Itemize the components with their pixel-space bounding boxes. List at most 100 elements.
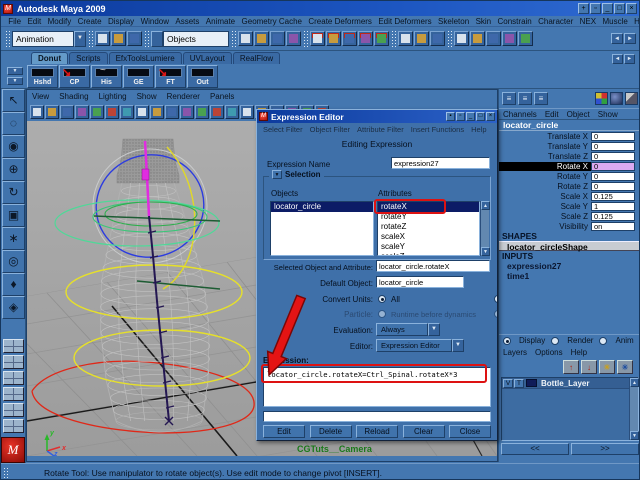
image-plane-icon[interactable]	[90, 105, 104, 119]
nav-next-button[interactable]: >>	[571, 443, 639, 455]
shelf-tab-efxtoolslumiere[interactable]: EfxToolsLumiere	[109, 52, 182, 64]
channel-value-field[interactable]: 1	[591, 202, 635, 211]
window-titlebar[interactable]: M Autodesk Maya 2009 + ▫ _ □ ×	[1, 1, 639, 16]
dropdown-arrow-icon[interactable]: ▼	[428, 323, 440, 336]
textured-icon[interactable]	[210, 105, 224, 119]
anim-mode-radio[interactable]	[599, 337, 607, 345]
dialog-minimize-button[interactable]: _	[466, 112, 475, 121]
maximize-button[interactable]: □	[614, 3, 625, 14]
edit-button[interactable]: Edit	[263, 425, 305, 438]
select-filter-menu[interactable]: Select Filter	[263, 125, 303, 134]
menu-file[interactable]: File	[5, 17, 24, 26]
dialog-help-menu[interactable]: Help	[471, 125, 486, 134]
shelf-item-ft[interactable]: ↘ FT	[155, 65, 186, 88]
reload-button[interactable]: Reload	[356, 425, 398, 438]
render-mode-radio[interactable]	[551, 337, 559, 345]
menu-nex[interactable]: NEX	[576, 17, 599, 26]
convert-units-none-radio[interactable]	[494, 295, 498, 303]
viewport-menu-panels[interactable]: Panels	[210, 92, 234, 101]
channel-value-field[interactable]: 0	[591, 162, 635, 171]
input-connections-icon[interactable]	[398, 31, 413, 46]
status-line-grip[interactable]	[88, 30, 93, 48]
channels-slider-layout-icon[interactable]: ≡	[518, 92, 532, 105]
status-line-grip[interactable]	[391, 30, 396, 48]
select-by-hierarchy-icon[interactable]	[238, 31, 253, 46]
lights-icon[interactable]	[225, 105, 239, 119]
evaluation-dropdown[interactable]: Always ▼	[376, 323, 440, 336]
channel-value-field[interactable]: 0	[591, 152, 635, 161]
edit-menu[interactable]: Edit	[545, 110, 559, 119]
status-line-grip[interactable]	[447, 30, 452, 48]
close-button[interactable]: Close	[449, 425, 491, 438]
bookmark-icon[interactable]	[75, 105, 89, 119]
status-line-grip[interactable]	[231, 30, 236, 48]
menu-character[interactable]: Character	[535, 17, 577, 26]
menu-geometry-cache[interactable]: Geometry Cache	[238, 17, 305, 26]
layout-single-pane-icon[interactable]	[3, 339, 24, 353]
paint-effects-icon[interactable]	[502, 31, 517, 46]
soft-modification-icon[interactable]: ◎	[2, 250, 25, 273]
open-scene-icon[interactable]	[111, 31, 126, 46]
dropdown-arrow-icon[interactable]: ▼	[452, 339, 464, 352]
shelf-tab-scripts[interactable]: Scripts	[69, 52, 107, 64]
channel-box-object-name[interactable]: locator_circle	[499, 120, 640, 131]
scroll-down-icon[interactable]: ▼	[481, 247, 490, 256]
channels-menu[interactable]: Channels	[503, 110, 537, 119]
save-scene-icon[interactable]	[127, 31, 142, 46]
viewport-menu-view[interactable]: View	[32, 92, 49, 101]
collapse-icon[interactable]: ▼	[272, 170, 282, 179]
make-live-icon[interactable]	[374, 31, 389, 46]
maya-logo-icon[interactable]: M	[1, 437, 25, 463]
nav-prev-button[interactable]: <<	[501, 443, 569, 455]
lasso-select-tool-icon[interactable]: ◌	[2, 112, 25, 135]
status-line-grip[interactable]	[5, 30, 10, 48]
highlight-selection-icon[interactable]	[286, 31, 301, 46]
objects-list[interactable]: locator_circle	[270, 201, 374, 256]
camera-attributes-icon[interactable]	[60, 105, 74, 119]
status-line-prev-icon[interactable]: ◄	[611, 33, 623, 44]
convert-units-all-radio[interactable]	[378, 295, 386, 303]
dialog-roll-button[interactable]: ▫	[456, 112, 465, 121]
display-mode-radio[interactable]	[503, 337, 511, 345]
menu-assets[interactable]: Assets	[172, 17, 202, 26]
layout-persp-curve-icon[interactable]	[3, 419, 24, 433]
viewport-menu-shading[interactable]: Shading	[59, 92, 88, 101]
channels-default-layout-icon[interactable]: ≡	[502, 92, 516, 105]
expression-text-area[interactable]: locator_circle.rotateX=Ctrl_Spinal.rotat…	[263, 367, 491, 407]
shelf-tab-realflow[interactable]: RealFlow	[233, 52, 280, 64]
dialog-titlebar[interactable]: M Expression Editor ▪ ▫ _ □ ×	[257, 110, 497, 123]
wireframe-icon[interactable]	[150, 105, 164, 119]
color-index-icon[interactable]	[595, 92, 608, 105]
selection-mask-icon[interactable]	[151, 31, 163, 47]
layout-four-pane-icon[interactable]	[3, 355, 24, 369]
shelf-selector-icon[interactable]: ▼	[7, 67, 23, 75]
menu-skin[interactable]: Skin	[472, 17, 494, 26]
construction-history-icon[interactable]	[430, 31, 445, 46]
flat-shade-icon[interactable]	[180, 105, 194, 119]
select-by-component-icon[interactable]	[270, 31, 285, 46]
menu-set-selector[interactable]: Animation ▼	[12, 31, 86, 47]
ipr-render-icon[interactable]	[470, 31, 485, 46]
shape-node-item[interactable]: locator_circleShape	[499, 241, 640, 251]
expression-status-field[interactable]	[263, 411, 491, 422]
selected-object-attribute-field[interactable]: locator_circle.rotateX	[376, 260, 490, 272]
paint-select-tool-icon[interactable]: ◉	[2, 135, 25, 158]
show-manipulator-icon[interactable]: ♦	[2, 273, 25, 296]
default-object-field[interactable]: locator_circle	[376, 276, 464, 288]
film-gate-icon[interactable]	[240, 105, 254, 119]
render-view-icon[interactable]	[454, 31, 469, 46]
channel-value-field[interactable]: 0.125	[591, 192, 635, 201]
viewport-menu-renderer[interactable]: Renderer	[167, 92, 200, 101]
bounding-box-icon[interactable]	[195, 105, 209, 119]
menu-modify[interactable]: Modify	[44, 17, 74, 26]
window-roll-button[interactable]: ▫	[590, 3, 601, 14]
input-node-expression[interactable]: expression27	[499, 261, 640, 271]
view-selected-icon[interactable]	[105, 105, 119, 119]
attributes-list[interactable]: rotateX rotateY rotateZ scaleX scaleY sc…	[377, 201, 480, 256]
channel-value-field[interactable]: 0	[591, 182, 635, 191]
layer-scrollbar[interactable]: ▲ ▼	[629, 378, 638, 440]
show-menu[interactable]: Show	[598, 110, 618, 119]
shelf-tab-donut[interactable]: Donut	[31, 52, 68, 64]
layout-hypershade-persp-icon[interactable]	[3, 403, 24, 417]
new-layer-from-selection-icon[interactable]: ☀	[617, 360, 633, 374]
